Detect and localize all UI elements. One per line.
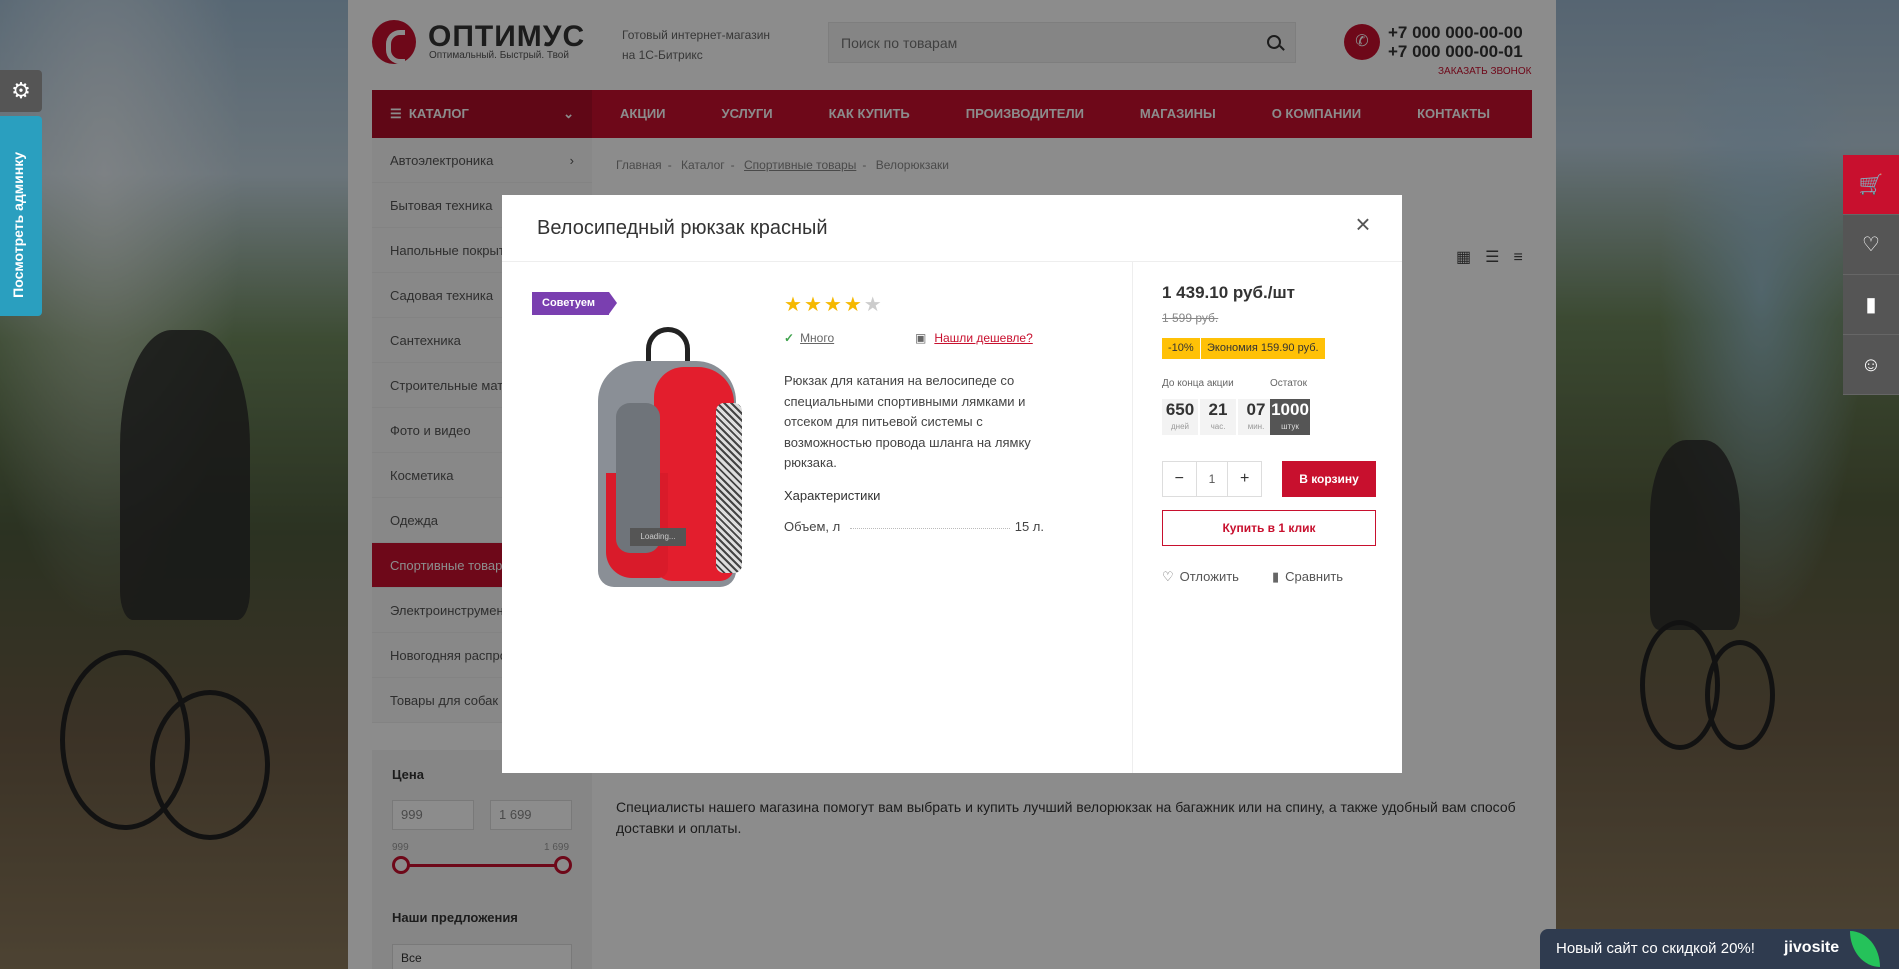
compare-icon[interactable]: ▮ (1843, 275, 1899, 335)
cart-icon[interactable]: 🛒 (1843, 155, 1899, 215)
compare-label: Сравнить (1285, 569, 1344, 584)
timer-hours-value: 21 (1208, 400, 1228, 419)
one-click-buy-button[interactable]: Купить в 1 клик (1162, 510, 1376, 546)
bar-chart-icon: ▮ (1272, 569, 1280, 584)
rating-stars[interactable]: ★★★★★ (784, 292, 884, 317)
jivosite-widget[interactable]: Новый сайт со скидкой 20%! jivosite (1540, 929, 1899, 969)
timer-minutes-value: 07 (1246, 400, 1266, 419)
characteristic-row: Объем, л 15 л. (784, 519, 1044, 534)
jivo-logo: jivosite (1784, 939, 1840, 956)
stock-remain-unit: штук (1281, 422, 1299, 431)
found-cheaper[interactable]: ▣ Нашли дешевле? (915, 331, 1033, 345)
bag-mesh (716, 403, 742, 573)
characteristic-value: 15 л. (1014, 519, 1044, 534)
check-icon: ✓ (784, 331, 795, 345)
defer-label: Отложить (1179, 569, 1239, 584)
modal-column-divider (1132, 262, 1133, 773)
quantity-stepper: − 1 + (1162, 461, 1262, 497)
compare-button[interactable]: ▮ Сравнить (1272, 569, 1343, 585)
right-toolbar: 🛒 ♡ ▮ ☺ (1843, 155, 1899, 395)
product-image[interactable]: Loading... (576, 323, 756, 593)
timer-minutes-unit: мин. (1247, 422, 1265, 431)
close-icon[interactable]: × (1352, 211, 1374, 237)
add-to-cart-button[interactable]: В корзину (1282, 461, 1376, 497)
discount-badge: -10% (1162, 338, 1200, 359)
timer-days-unit: дней (1170, 422, 1189, 431)
view-admin-label: Посмотреть админку (10, 152, 26, 298)
leaf-icon (1850, 931, 1880, 967)
star-icon: ★ (823, 294, 844, 316)
timer-hours-unit: час. (1210, 422, 1226, 431)
quantity-input[interactable]: 1 (1195, 462, 1229, 496)
stock-label[interactable]: Много (800, 331, 834, 345)
modal-title: Велосипедный рюкзак красный (537, 217, 828, 239)
jivo-text: Новый сайт со скидкой 20%! (1556, 940, 1755, 957)
quick-view-modal: Велосипедный рюкзак красный × Советуем L… (502, 195, 1402, 773)
tag-icon: ▣ (915, 331, 927, 345)
stock-status: ✓ Много (784, 331, 834, 345)
star-icon: ★ (803, 294, 824, 316)
product-price: 1 439.10 руб./шт (1162, 283, 1295, 302)
heart-icon[interactable]: ♡ (1843, 215, 1899, 275)
product-description: Рюкзак для катания на велосипеде со спец… (784, 373, 1031, 470)
gear-icon[interactable]: ⚙ (0, 70, 42, 112)
characteristics-title: Характеристики (784, 488, 881, 503)
star-icon: ★ (784, 294, 804, 316)
old-price: 1 599 руб. (1162, 311, 1219, 325)
timer-days-value: 650 (1165, 400, 1195, 419)
economy-badge: Экономия 159.90 руб. (1201, 338, 1325, 359)
stock-remain: 1000 штук (1270, 399, 1310, 435)
user-icon[interactable]: ☺ (1843, 335, 1899, 395)
star-empty-icon: ★ (863, 294, 884, 316)
view-admin-tab[interactable]: Посмотреть админку (0, 116, 42, 316)
minus-button[interactable]: − (1163, 462, 1196, 496)
star-icon: ★ (843, 294, 864, 316)
timer-label: До конца акции (1162, 378, 1234, 389)
stock-remain-value: 1000 (1271, 400, 1309, 419)
image-loading-label: Loading... (630, 528, 686, 546)
plus-button[interactable]: + (1228, 462, 1261, 496)
timer-hours: 21 час. (1200, 399, 1236, 435)
found-cheaper-link[interactable]: Нашли дешевле? (934, 331, 1032, 345)
defer-button[interactable]: ♡ Отложить (1162, 569, 1239, 585)
stock-remain-label: Остаток (1270, 378, 1307, 389)
characteristic-dots (850, 528, 1010, 529)
timer-minutes: 07 мин. (1238, 399, 1274, 435)
recommend-sticker: Советуем (532, 292, 617, 315)
timer-days: 650 дней (1162, 399, 1198, 435)
heart-icon: ♡ (1162, 569, 1174, 584)
characteristic-name: Объем, л (784, 519, 841, 534)
modal-divider (502, 261, 1402, 262)
